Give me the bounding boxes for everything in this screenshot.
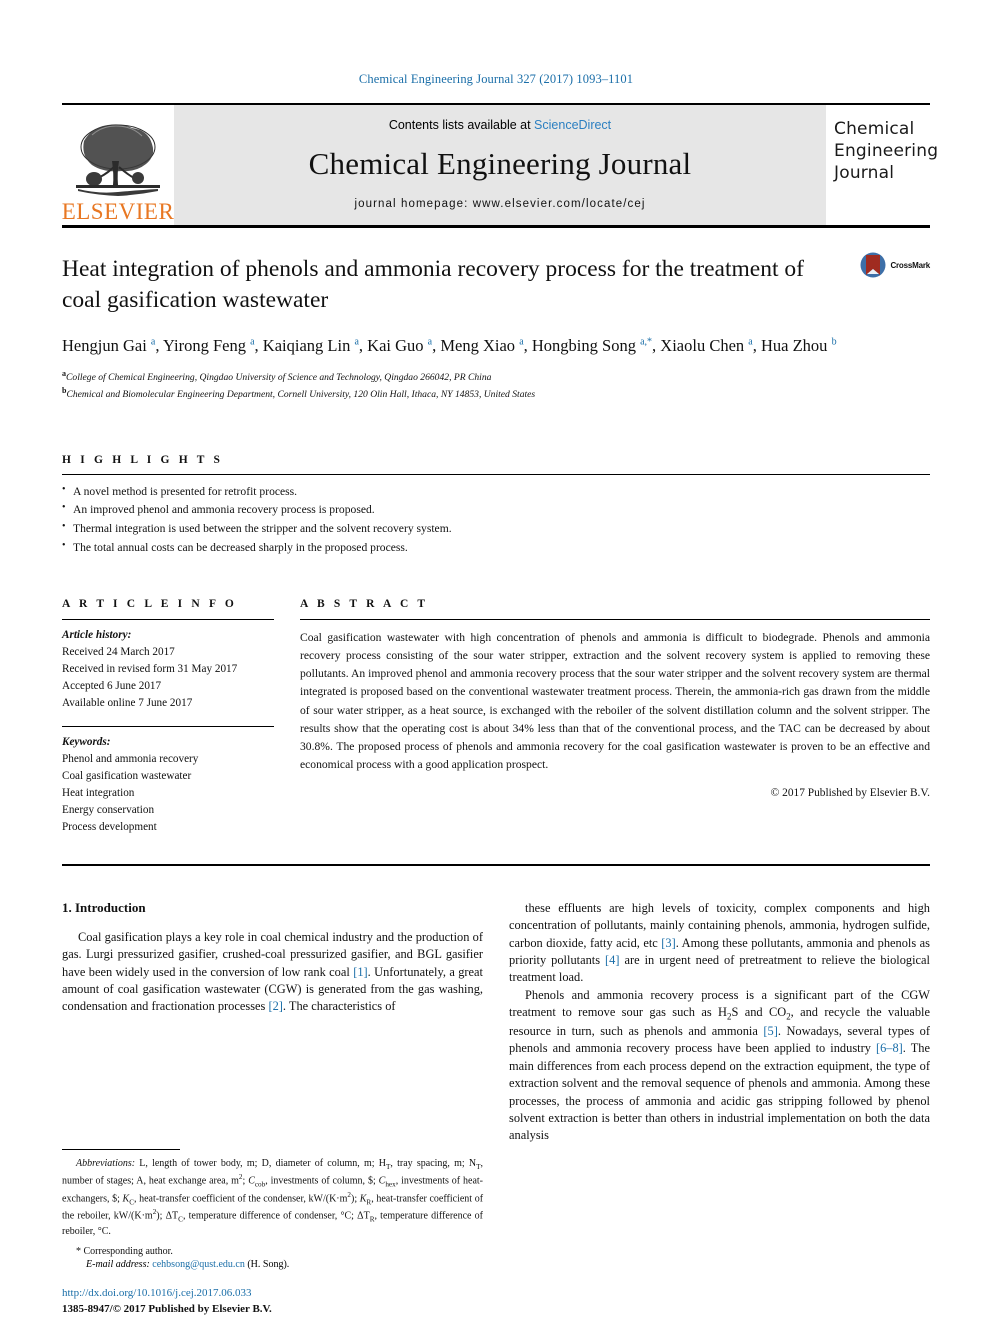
paper-page: Chemical Engineering Journal 327 (2017) … <box>0 0 992 1323</box>
article-history-block: Article history: Received 24 March 2017 … <box>62 627 274 712</box>
title-block: Heat integration of phenols and ammonia … <box>62 228 930 402</box>
body-paragraph: these effluents are high levels of toxic… <box>509 901 930 985</box>
keyword-item: Coal gasification wastewater <box>62 769 192 782</box>
abbreviations-note: Abbreviations: L, length of tower body, … <box>62 1158 484 1237</box>
doi-block: http://dx.doi.org/10.1016/j.cej.2017.06.… <box>62 1286 483 1318</box>
abstract-rule <box>300 618 930 620</box>
body-columns: 1. Introduction Coal gasification plays … <box>62 900 930 1318</box>
affiliation-a-text: College of Chemical Engineering, Qingdao… <box>66 371 492 383</box>
elsevier-wordmark: ELSEVIER <box>61 199 175 224</box>
keywords-block: Keywords: Phenol and ammonia recovery Co… <box>62 734 274 836</box>
section-heading-introduction: 1. Introduction <box>62 900 146 915</box>
highlights-section: H I G H L I G H T S A novel method is pr… <box>62 454 930 558</box>
history-item: Available online 7 June 2017 <box>62 696 193 709</box>
body-paragraph: Coal gasification plays a key role in co… <box>62 930 483 1014</box>
highlights-rule <box>62 473 930 475</box>
history-item: Received 24 March 2017 <box>62 645 175 658</box>
crossmark-icon <box>860 252 886 278</box>
contents-prefix: Contents lists available at <box>388 118 535 132</box>
list-item: Thermal integration is used between the … <box>62 519 930 539</box>
journal-title: Chemical Engineering Journal <box>308 146 692 181</box>
running-head: Chemical Engineering Journal 327 (2017) … <box>358 72 634 86</box>
keyword-item: Energy conservation <box>62 803 155 816</box>
footnote-block: Abbreviations: L, length of tower body, … <box>62 1149 483 1318</box>
history-item: Accepted 6 June 2017 <box>62 679 162 692</box>
doi-link[interactable]: http://dx.doi.org/10.1016/j.cej.2017.06.… <box>62 1286 483 1302</box>
affiliation-b: bChemical and Biomolecular Engineering D… <box>62 385 536 400</box>
email-link[interactable]: cehbsong@qust.edu.cn <box>152 1259 245 1270</box>
author-list: Hengjun Gai a, Yirong Feng a, Kaiqiang L… <box>62 336 837 356</box>
email-suffix: (H. Song). <box>247 1259 290 1271</box>
list-item: An improved phenol and ammonia recovery … <box>62 500 930 520</box>
body-column-left: 1. Introduction Coal gasification plays … <box>62 900 483 1318</box>
affiliation-b-text: Chemical and Biomolecular Engineering De… <box>66 388 536 400</box>
elsevier-tree-icon <box>76 124 160 196</box>
email-label: E-mail address: <box>86 1259 150 1271</box>
journal-homepage[interactable]: journal homepage: www.elsevier.com/locat… <box>354 198 645 210</box>
info-abstract-row: A R T I C L E I N F O Article history: R… <box>62 598 930 836</box>
article-info-rule <box>62 618 274 620</box>
elsevier-logo: ELSEVIER <box>62 105 174 225</box>
article-info-heading: A R T I C L E I N F O <box>62 597 237 610</box>
footnote-rule <box>62 1149 180 1151</box>
article-history-label: Article history: <box>62 628 132 641</box>
list-item: The total annual costs can be decreased … <box>62 538 930 558</box>
body-paragraph: Phenols and ammonia recovery process is … <box>509 987 930 1143</box>
history-item: Received in revised form 31 May 2017 <box>62 662 238 675</box>
abstract-bottom-rule <box>62 864 930 866</box>
highlights-heading: H I G H L I G H T S <box>62 453 224 466</box>
affiliations: aCollege of Chemical Engineering, Qingda… <box>62 368 930 402</box>
contents-band: Contents lists available at ScienceDirec… <box>174 105 826 225</box>
article-info-column: A R T I C L E I N F O Article history: R… <box>62 598 274 836</box>
sciencedirect-link[interactable]: ScienceDirect <box>534 118 611 132</box>
highlights-list: A novel method is presented for retrofit… <box>62 482 930 558</box>
cover-line-2: Engineering <box>834 140 939 161</box>
keyword-item: Process development <box>62 820 157 833</box>
corresponding-author-note: * Corresponding author. <box>76 1246 173 1258</box>
cover-line-1: Chemical <box>834 119 915 139</box>
keyword-item: Phenol and ammonia recovery <box>62 752 199 765</box>
abstract-text: Coal gasification wastewater with high c… <box>300 630 930 772</box>
list-item: A novel method is presented for retrofit… <box>62 482 930 502</box>
keywords-rule <box>62 725 274 727</box>
page-title: Heat integration of phenols and ammonia … <box>62 256 804 313</box>
keyword-item: Heat integration <box>62 786 135 799</box>
journal-cover-thumbnail: Chemical Engineering Journal <box>826 105 939 225</box>
journal-masthead: ELSEVIER Contents lists available at Sci… <box>62 103 939 225</box>
abstract-copyright: © 2017 Published by Elsevier B.V. <box>770 787 930 800</box>
contents-available-line: Contents lists available at ScienceDirec… <box>389 118 611 132</box>
crossmark-label: CrossMark <box>890 260 930 270</box>
abstract-column: A B S T R A C T Coal gasification wastew… <box>300 598 930 836</box>
abstract-heading: A B S T R A C T <box>300 597 429 610</box>
keywords-label: Keywords: <box>62 735 111 748</box>
email-note: E-mail address: cehbsong@qust.edu.cn (H.… <box>62 1259 483 1270</box>
affiliation-a: aCollege of Chemical Engineering, Qingda… <box>62 368 492 383</box>
issn-copyright-line: 1385-8947/© 2017 Published by Elsevier B… <box>62 1303 272 1316</box>
crossmark-badge[interactable]: CrossMark <box>860 252 930 278</box>
cover-line-3: Journal <box>834 162 895 183</box>
body-column-right: these effluents are high levels of toxic… <box>509 900 930 1318</box>
